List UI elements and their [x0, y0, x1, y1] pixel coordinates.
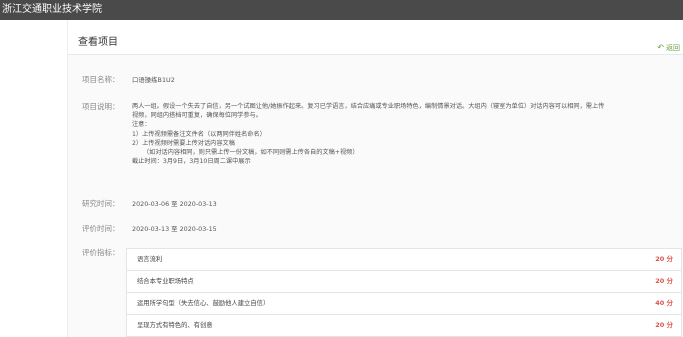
- desc-line: 两人一组。假设一个失去了自信，另一个试图让他/她振作起来。复习已学语言，结合应痛…: [132, 103, 605, 110]
- criteria-name: 语言流利: [137, 256, 163, 263]
- desc-line: 视频，同组内搭档可重复，确保每位同学参与。: [132, 112, 262, 120]
- criteria-name: 呈现方式有特色的、有创意: [137, 322, 213, 329]
- criteria-row: 运用所学句型（失去信心、鼓励他人建立自信） 40 分: [126, 293, 682, 315]
- project-panel: 查看项目 ↶ 返回 项目名称： 口语操练B1U2 项目说明： 两人一组。假设一个失…: [67, 20, 683, 337]
- project-description: 两人一组。假设一个失去了自信，另一个试图让他/她振作起来。复习已学语言，结合应痛…: [132, 102, 682, 166]
- criteria-name: 结合本专业职场特点: [137, 278, 194, 285]
- desc-line: （如对话内容相同，则只需上传一份文稿，如不同则需上传各自的文稿+视频）: [143, 149, 359, 157]
- research-time-value: 2020-03-06 至 2020-03-13: [132, 200, 217, 208]
- back-link[interactable]: ↶ 返回: [657, 43, 680, 53]
- app-title: 浙江交通职业技术学院: [2, 4, 102, 15]
- criteria-row: 结合本专业职场特点 20 分: [126, 271, 682, 293]
- desc-line: 1）上传视频需备注文件名（以两同伴姓名命名）: [132, 130, 266, 138]
- top-bar: 浙江交通职业技术学院: [0, 0, 683, 20]
- panel-header: 查看项目 ↶ 返回: [68, 20, 683, 55]
- page-title: 查看项目: [78, 37, 118, 48]
- criteria-score: 20 分: [655, 321, 673, 329]
- desc-line: 注意：: [132, 121, 151, 129]
- criteria-score: 40 分: [655, 299, 673, 307]
- project-name-value: 口语操练B1U2: [132, 76, 175, 84]
- criteria-row: 呈现方式有特色的、有创意 20 分: [126, 315, 682, 337]
- project-desc-label: 项目说明：: [82, 102, 120, 111]
- eval-time-label: 评价时间：: [82, 224, 120, 233]
- project-name-label: 项目名称：: [82, 75, 120, 84]
- criteria-table: 语言流利 20 分 结合本专业职场特点 20 分 运用所学句型（失去信心、鼓励他…: [126, 248, 682, 337]
- desc-line: 2）上传视频时需要上传对话内容文稿: [132, 139, 235, 147]
- back-label: 返回: [666, 44, 680, 52]
- undo-arrow-icon: ↶: [657, 43, 664, 52]
- criteria-row: 语言流利 20 分: [126, 248, 682, 271]
- research-time-label: 研究时间：: [82, 199, 120, 208]
- desc-line: 截止时间：3月9日，3月10日周二课中展示: [132, 158, 251, 166]
- criteria-name: 运用所学句型（失去信心、鼓励他人建立自信）: [137, 300, 270, 307]
- criteria-score: 20 分: [655, 277, 673, 285]
- criteria-label: 评价指标：: [82, 248, 120, 257]
- criteria-score: 20 分: [655, 255, 673, 263]
- eval-time-value: 2020-03-13 至 2020-03-15: [132, 225, 217, 233]
